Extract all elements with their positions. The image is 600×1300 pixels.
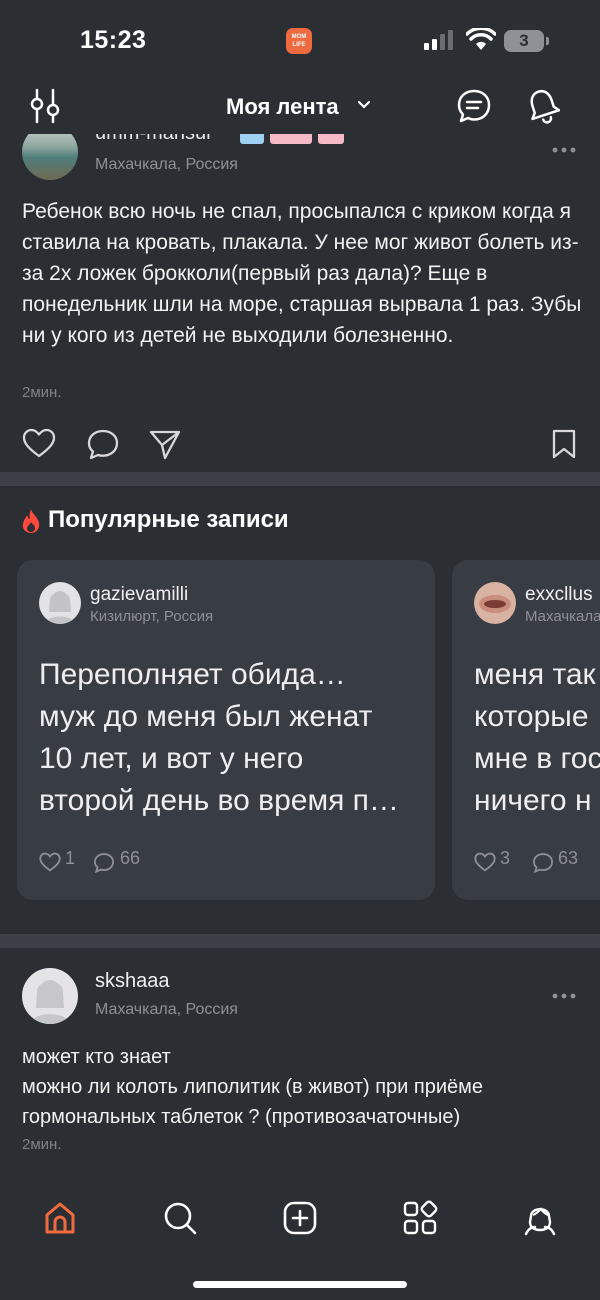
card-username[interactable]: gazievamilli <box>90 584 188 606</box>
status-time: 15:23 <box>80 26 147 54</box>
popular-posts-title: Популярные записи <box>48 506 289 533</box>
post-text: Ребенок всю ночь не спал, просыпался с к… <box>22 200 582 347</box>
more-options-icon[interactable] <box>552 992 576 1000</box>
section-divider <box>0 934 600 948</box>
card-location: Кизилюрт, Россия <box>90 608 214 625</box>
post-time: 2мин. <box>22 1136 62 1153</box>
avatar[interactable] <box>39 582 81 624</box>
comments-count: 66 <box>120 848 141 868</box>
likes-count: 3 <box>500 848 511 868</box>
comment-icon[interactable] <box>93 852 115 873</box>
post-location: Махачкала, Россия <box>95 156 238 173</box>
battery-indicator: 3 <box>504 30 544 52</box>
post-username[interactable]: skshaaa <box>95 970 170 993</box>
home-icon[interactable] <box>42 1200 78 1236</box>
popular-post-card[interactable]: exxcllus Махачкала меня так которые мне … <box>452 560 600 900</box>
search-icon[interactable] <box>162 1200 198 1236</box>
post-location: Махачкала, Россия <box>95 1001 238 1018</box>
feed-title[interactable]: Моя лента <box>226 94 339 120</box>
comments-count: 63 <box>558 848 579 868</box>
popular-post-card[interactable]: gazievamilli Кизилюрт, Россия Переполняе… <box>17 560 435 900</box>
post-card[interactable]: umm-mansur Махачкала, Россия Ребенок всю… <box>0 134 600 472</box>
chevron-down-icon[interactable] <box>357 100 371 110</box>
card-text: Переполняет обида… муж до меня был женат… <box>39 658 399 817</box>
app-logo-icon: MOM LIFE <box>286 28 312 54</box>
share-icon[interactable] <box>148 428 182 460</box>
bell-icon[interactable] <box>526 88 560 126</box>
status-bar: 15:23 MOM LIFE 3 <box>0 0 600 80</box>
avatar[interactable] <box>22 968 78 1024</box>
post-card[interactable]: skshaaa Махачкала, Россия может кто знае… <box>0 948 600 1184</box>
user-tag-badge <box>318 134 344 144</box>
comment-icon[interactable] <box>532 852 554 873</box>
user-photo-icon <box>479 595 511 613</box>
avatar[interactable] <box>22 134 78 180</box>
cellular-signal-icon <box>424 30 453 50</box>
feed-header: Моя лента <box>0 80 600 134</box>
post-text: может кто знает можно ли колоть липолити… <box>22 1046 484 1128</box>
heart-icon[interactable] <box>22 428 56 458</box>
avatar[interactable] <box>474 582 516 624</box>
popular-posts-section: Популярные записи gazievamilli Кизилюрт,… <box>0 486 600 934</box>
card-username[interactable]: exxcllus <box>525 584 593 606</box>
default-avatar-icon <box>45 591 75 624</box>
likes-count: 1 <box>65 848 76 868</box>
bookmark-icon[interactable] <box>551 428 577 460</box>
section-divider <box>0 472 600 486</box>
heart-icon[interactable] <box>39 852 61 872</box>
services-grid-icon[interactable] <box>402 1200 438 1236</box>
filter-icon[interactable] <box>28 88 62 124</box>
user-tag-badge <box>240 134 264 144</box>
profile-icon[interactable] <box>522 1200 558 1236</box>
fire-icon <box>22 509 40 533</box>
user-tag-badge <box>270 134 312 144</box>
default-avatar-icon <box>30 980 70 1024</box>
home-indicator[interactable] <box>193 1281 407 1288</box>
chat-icon[interactable] <box>456 88 492 124</box>
comment-icon[interactable] <box>86 428 120 460</box>
heart-icon[interactable] <box>474 852 496 872</box>
post-username[interactable]: umm-mansur <box>95 134 213 145</box>
wifi-icon <box>466 28 496 50</box>
battery-cap <box>546 37 549 45</box>
add-post-icon[interactable] <box>282 1200 318 1236</box>
more-options-icon[interactable] <box>552 146 576 154</box>
card-location: Махачкала <box>525 608 600 625</box>
card-text: меня так которые мне в гос ничего н <box>474 658 600 817</box>
post-time: 2мин. <box>22 384 62 401</box>
